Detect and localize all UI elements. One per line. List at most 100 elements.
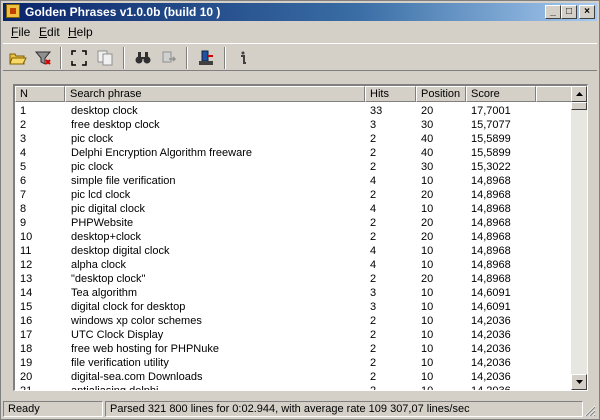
row-number: 13 [20,273,33,285]
table-row[interactable]: 5 pic clock 2 30 15,3022 [15,160,573,174]
row-phrase: pic digital clock [71,203,145,215]
column-header-score[interactable]: Score [466,86,536,102]
table-row[interactable]: 16 windows xp color schemes 2 10 14,2036 [15,314,573,328]
row-number: 19 [20,357,33,369]
row-number: 1 [20,105,27,117]
table-row[interactable]: 6 simple file verification 4 10 14,8968 [15,174,573,188]
row-score: 14,2036 [471,385,511,391]
table-row[interactable]: 14 Tea algorithm 3 10 14,6091 [15,286,573,300]
table-row[interactable]: 2 free desktop clock 3 30 15,7077 [15,118,573,132]
close-button[interactable]: × [579,5,595,19]
export-icon[interactable] [158,47,180,69]
find-icon[interactable] [132,47,154,69]
row-hits: 4 [370,175,377,187]
row-number: 14 [20,287,33,299]
row-number: 12 [20,259,33,271]
row-position: 10 [421,315,434,327]
row-phrase: free web hosting for PHPNuke [71,343,219,355]
toolbar-separator [186,47,188,69]
row-number: 8 [20,203,27,215]
table-row[interactable]: 15 digital clock for desktop 3 10 14,6091 [15,300,573,314]
row-position: 10 [421,287,434,299]
table-row[interactable]: 9 PHPWebsite 2 20 14,8968 [15,216,573,230]
scroll-thumb[interactable] [571,102,587,110]
table-row[interactable]: 18 free web hosting for PHPNuke 2 10 14,2036 [15,342,573,356]
row-score: 15,7077 [471,119,511,131]
row-position: 10 [421,385,434,391]
table-row[interactable]: 8 pic digital clock 4 10 14,8968 [15,202,573,216]
row-hits: 3 [370,301,377,313]
row-hits: 2 [370,217,377,229]
row-position: 30 [421,119,434,131]
menu-edit[interactable]: Edit [39,25,60,39]
table-row[interactable]: 3 pic clock 2 40 15,5899 [15,132,573,146]
scroll-up-button[interactable] [571,86,587,102]
row-phrase: desktop+clock [71,231,142,243]
row-hits: 2 [370,385,377,391]
table-row[interactable]: 1 desktop clock 33 20 17,7001 [15,104,573,118]
table-row[interactable]: 20 digital-sea.com Downloads 2 10 14,2036 [15,370,573,384]
row-score: 17,7001 [471,105,511,117]
row-phrase: pic lcd clock [71,189,131,201]
filter-icon[interactable] [32,47,54,69]
row-position: 10 [421,371,434,383]
row-position: 10 [421,175,434,187]
resize-grip-icon[interactable] [584,405,596,417]
open-folder-icon[interactable] [7,47,29,69]
vertical-scrollbar[interactable] [571,86,587,390]
row-number: 3 [20,133,27,145]
row-score: 14,8968 [471,217,511,229]
row-phrase: pic clock [71,161,114,173]
status-message: Parsed 321 800 lines for 0:02.944, with … [105,401,583,417]
scroll-down-button[interactable] [571,374,587,390]
row-hits: 33 [370,105,383,117]
row-phrase: digital-sea.com Downloads [71,371,203,383]
minimize-button[interactable]: _ [545,5,561,19]
table-row[interactable]: 7 pic lcd clock 2 20 14,8968 [15,188,573,202]
grid-rows: 1 desktop clock 33 20 17,7001 2 free desktop c… [15,104,573,391]
row-hits: 2 [370,357,377,369]
table-row[interactable]: 13 "desktop clock" 2 20 14,8968 [15,272,573,286]
row-phrase: antialiasing delphi [71,385,159,391]
row-phrase: UTC Clock Display [71,329,164,341]
column-header-filler [536,86,573,102]
table-row[interactable]: 17 UTC Clock Display 2 10 14,2036 [15,328,573,342]
row-position: 10 [421,357,434,369]
row-position: 20 [421,231,434,243]
row-phrase: free desktop clock [71,119,160,131]
row-score: 14,2036 [471,371,511,383]
column-header-search-phrase[interactable]: Search phrase [65,86,365,102]
column-header-hits[interactable]: Hits [365,86,416,102]
maximize-button[interactable]: □ [561,5,577,19]
row-hits: 2 [370,273,377,285]
phrase-grid[interactable]: N Search phrase Hits Position Score 1 des… [13,84,588,391]
row-score: 14,2036 [471,357,511,369]
arrow-down-icon [575,380,583,384]
row-number: 20 [20,371,33,383]
row-score: 14,8968 [471,245,511,257]
table-row[interactable]: 4 Delphi Encryption Algorithm freeware 2 40… [15,146,573,160]
table-row[interactable]: 21 antialiasing delphi 2 10 14,2036 [15,384,573,391]
row-number: 21 [20,385,33,391]
row-score: 15,3022 [471,161,511,173]
column-header-position[interactable]: Position [416,86,466,102]
fullscreen-icon[interactable] [68,47,90,69]
table-row[interactable]: 10 desktop+clock 2 20 14,8968 [15,230,573,244]
row-hits: 4 [370,259,377,271]
table-row[interactable]: 19 file verification utility 2 10 14,2036 [15,356,573,370]
menu-help[interactable]: Help [68,25,93,39]
app-window: Golden Phrases v1.0.0b (build 10 ) _ □ ×… [0,0,600,420]
window-title: Golden Phrases v1.0.0b (build 10 ) [25,5,221,19]
menu-file[interactable]: File [11,25,30,39]
table-row[interactable]: 11 desktop digital clock 4 10 14,8968 [15,244,573,258]
row-score: 14,8968 [471,189,511,201]
row-phrase: file verification utility [71,357,169,369]
info-icon[interactable] [232,47,254,69]
copy-icon[interactable] [94,47,116,69]
column-header-n[interactable]: N [15,86,65,102]
status-state: Ready [3,401,103,417]
table-row[interactable]: 12 alpha clock 4 10 14,8968 [15,258,573,272]
toolbar [3,43,597,71]
import-icon[interactable] [195,47,217,69]
row-number: 4 [20,147,27,159]
